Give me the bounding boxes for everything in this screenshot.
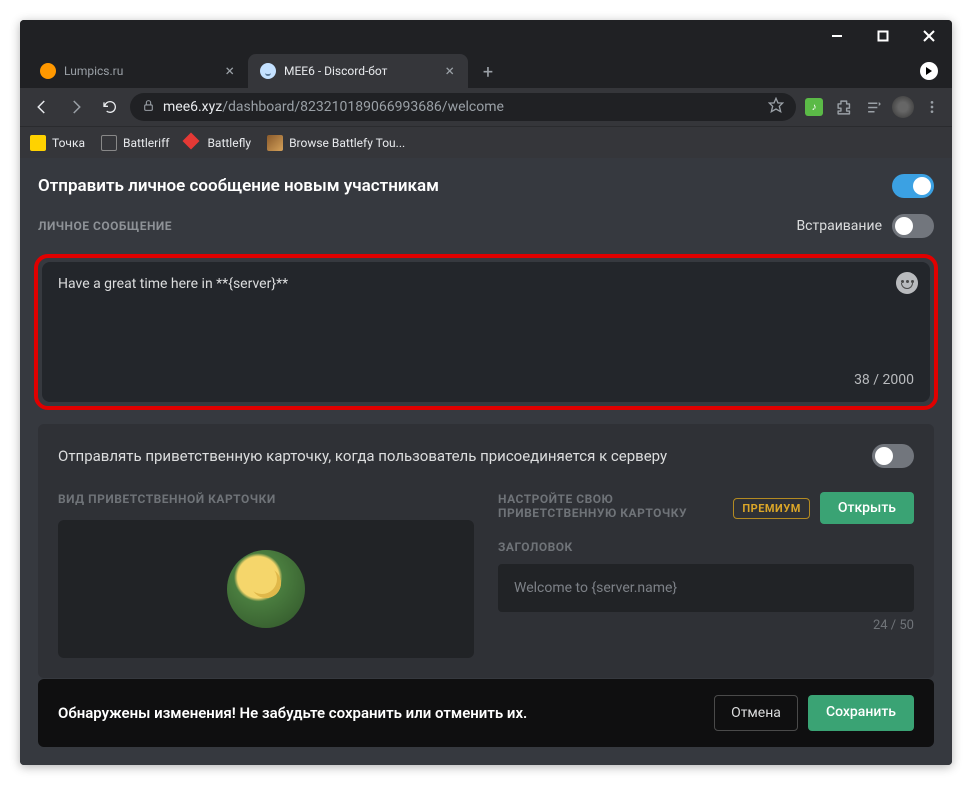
bookmark-favicon — [185, 135, 201, 151]
page-content: Отправить личное сообщение новым участни… — [20, 158, 952, 765]
emoji-button[interactable] — [896, 272, 918, 294]
bookmark-item[interactable]: Точка — [30, 135, 85, 151]
message-content: Have a great time here in **{server}** — [58, 276, 914, 292]
message-textarea[interactable]: Have a great time here in **{server}** 3… — [42, 262, 930, 402]
bookmark-item[interactable]: Battleriff — [101, 135, 169, 151]
title-counter: 24 / 50 — [498, 618, 914, 633]
bookmark-label: Battleriff — [123, 136, 169, 150]
nav-reload-button[interactable] — [96, 93, 124, 121]
profile-avatar[interactable] — [892, 96, 914, 118]
window-close-button[interactable] — [906, 20, 952, 52]
tab-strip: Lumpics.ru × MEE6 - Discord-бот × + — [20, 52, 952, 88]
bookmark-favicon — [267, 135, 283, 151]
card-preview-column: ВИД ПРИВЕТСТВЕННОЙ КАРТОЧКИ — [58, 492, 474, 658]
settings-heading: НАСТРОЙТЕ СВОЮ ПРИВЕТСТВЕННУЮ КАРТОЧКУ — [498, 492, 721, 520]
bookmark-label: Battlefly — [207, 136, 251, 150]
url-text: mee6.xyz/dashboard/823210189066993686/we… — [163, 99, 760, 115]
url-field[interactable]: mee6.xyz/dashboard/823210189066993686/we… — [130, 93, 796, 121]
open-button[interactable]: Открыть — [820, 492, 914, 524]
reading-list-icon[interactable] — [862, 95, 886, 119]
message-highlight: Have a great time here in **{server}** 3… — [34, 254, 938, 410]
premium-badge: ПРЕМИУМ — [733, 498, 809, 519]
tab-title: Lumpics.ru — [64, 64, 215, 78]
window-maximize-button[interactable] — [860, 20, 906, 52]
pm-header: Отправить личное сообщение новым участни… — [20, 158, 952, 214]
card-preview — [58, 520, 474, 658]
pm-subheader: ЛИЧНОЕ СООБЩЕНИЕ Встраивание — [20, 214, 952, 246]
preview-heading: ВИД ПРИВЕТСТВЕННОЙ КАРТОЧКИ — [58, 492, 474, 506]
bookmarks-bar: Точка Battleriff Battlefly Browse Battle… — [20, 126, 952, 158]
unsaved-text: Обнаружены изменения! Не забудьте сохран… — [58, 704, 527, 722]
card-settings-column: НАСТРОЙТЕ СВОЮ ПРИВЕТСТВЕННУЮ КАРТОЧКУ П… — [498, 492, 914, 658]
card-title: Отправлять приветственную карточку, когд… — [58, 447, 667, 465]
bookmark-favicon — [101, 135, 117, 151]
message-counter: 38 / 2000 — [854, 372, 914, 388]
save-button[interactable]: Сохранить — [808, 695, 914, 731]
tab-mee6[interactable]: MEE6 - Discord-бот × — [248, 54, 468, 88]
tab-title: MEE6 - Discord-бот — [284, 64, 435, 78]
new-tab-button[interactable]: + — [474, 58, 502, 86]
lock-icon — [142, 99, 155, 116]
browser-window: Lumpics.ru × MEE6 - Discord-бот × + mee6… — [20, 20, 952, 765]
favicon-icon — [260, 63, 276, 79]
pm-toggle[interactable] — [892, 174, 934, 198]
cancel-button[interactable]: Отмена — [714, 695, 798, 731]
window-minimize-button[interactable] — [814, 20, 860, 52]
embed-toggle[interactable] — [892, 214, 934, 238]
tab-media-icon[interactable] — [920, 62, 938, 80]
title-input-value: Welcome to {server.name} — [514, 580, 677, 596]
preview-avatar — [227, 550, 305, 628]
address-bar: mee6.xyz/dashboard/823210189066993686/we… — [20, 88, 952, 126]
menu-button[interactable] — [920, 95, 944, 119]
bookmark-item[interactable]: Battlefly — [185, 135, 251, 151]
title-input[interactable]: Welcome to {server.name} — [498, 564, 914, 612]
bookmark-favicon — [30, 135, 46, 151]
card-header: Отправлять приветственную карточку, когд… — [58, 444, 914, 468]
bookmark-star-icon[interactable] — [768, 97, 784, 117]
bookmark-item[interactable]: Browse Battlefy Tou... — [267, 135, 405, 151]
extensions-button[interactable] — [832, 95, 856, 119]
title-field-label: ЗАГОЛОВОК — [498, 540, 914, 554]
window-titlebar — [20, 20, 952, 52]
tab-close-button[interactable]: × — [223, 61, 236, 81]
unsaved-changes-bar: Обнаружены изменения! Не забудьте сохран… — [38, 679, 934, 747]
nav-back-button[interactable] — [28, 93, 56, 121]
welcome-card-section: Отправлять приветственную карточку, когд… — [38, 424, 934, 678]
card-toggle[interactable] — [872, 444, 914, 468]
bookmark-label: Browse Battlefy Tou... — [289, 136, 405, 150]
pm-subhead-label: ЛИЧНОЕ СООБЩЕНИЕ — [38, 219, 172, 233]
favicon-icon — [40, 63, 56, 79]
tab-close-button[interactable]: × — [443, 61, 456, 81]
embed-label: Встраивание — [796, 218, 882, 234]
bookmark-label: Точка — [52, 136, 85, 150]
card-columns: ВИД ПРИВЕТСТВЕННОЙ КАРТОЧКИ НАСТРОЙТЕ СВ… — [58, 492, 914, 658]
extension-music-icon[interactable]: ♪ — [802, 95, 826, 119]
nav-forward-button[interactable] — [62, 93, 90, 121]
pm-title: Отправить личное сообщение новым участни… — [38, 176, 439, 196]
tab-lumpics[interactable]: Lumpics.ru × — [28, 54, 248, 88]
